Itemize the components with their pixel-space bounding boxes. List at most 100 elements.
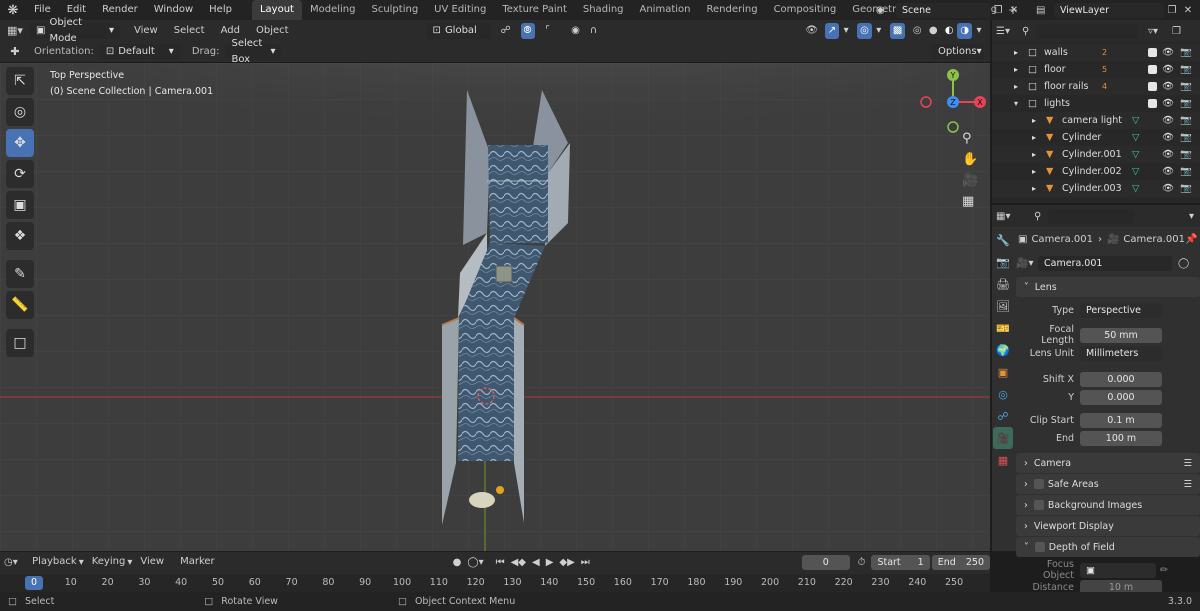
outliner-item[interactable]: ▸ ▼ Cylinder ▽ 👁 📷 [992,129,1200,146]
view-layer-tab-icon[interactable]: 🖼 [993,295,1013,317]
camera-render-icon[interactable]: 📷 [1180,132,1192,143]
material-shading-icon[interactable]: ◐ [941,25,957,36]
camera-render-icon[interactable]: 📷 [1180,47,1192,58]
eye-icon[interactable]: 👁 [1162,132,1174,143]
tab-shading[interactable]: Shading [575,0,632,20]
tool-orientation-selector[interactable]: ⊡ Default ▾ [99,43,180,60]
current-frame-field[interactable]: 0 [801,554,850,570]
tab-rendering[interactable]: Rendering [698,0,765,20]
play-icon[interactable]: ▶ [546,557,554,568]
mode-selector[interactable]: ▣ Object Mode ▾ [30,17,120,44]
expand-arrow-icon[interactable]: ▸ [1032,184,1036,193]
fake-user-shield-icon[interactable]: ◯ [1178,258,1189,269]
tool-tab-icon[interactable]: 🔧 [993,229,1013,251]
expand-arrow-icon[interactable]: ▸ [1032,150,1036,159]
visibility-icon[interactable]: 👁 [799,25,825,36]
playhead-indicator[interactable]: 0 [25,576,43,590]
solid-shading-icon[interactable]: ● [925,25,941,36]
filter-icon[interactable]: ▿▾ [1148,26,1158,37]
pivot-icon[interactable]: ☍ [497,25,515,36]
background-images-panel-header[interactable]: › Background Images [1016,495,1200,515]
start-frame-field[interactable]: Start 1 [871,554,930,570]
camera-render-icon[interactable]: 📷 [1180,64,1192,75]
depth-of-field-panel-header[interactable]: ˅ Depth of Field [1016,537,1200,557]
outliner-item[interactable]: ▸ ▼ camera light ▽ 👁 📷 [992,112,1200,129]
menu-help[interactable]: Help [201,0,240,20]
outliner-item[interactable]: ▸ □ floor rails 4 👁 📷 [992,78,1200,95]
viewport-menu-view[interactable]: View [126,21,166,41]
timeline-view-menu[interactable]: View [132,552,172,572]
grid-view-icon[interactable]: ▦ [962,194,978,209]
jump-start-icon[interactable]: ⏮ [496,557,505,568]
next-keyframe-icon[interactable]: ◆▶ [559,557,574,568]
select-box-icon[interactable]: ⇱ [6,67,34,95]
menu-window[interactable]: Window [146,0,201,20]
options-dropdown[interactable]: Options ▾ [932,43,984,60]
scene-name-field[interactable]: Scene [896,2,990,18]
delete-view-layer-icon[interactable]: ✕ [1180,5,1196,16]
output-tab-icon[interactable]: 🖨 [993,273,1013,295]
safe-areas-panel-header[interactable]: › Safe Areas ☰ [1016,474,1200,494]
playback-menu[interactable]: Playback [24,552,85,572]
eye-icon[interactable]: 👁 [1162,183,1174,194]
viewport-display-panel-header[interactable]: › Viewport Display [1016,516,1200,536]
outliner[interactable]: ☰▾ ⚲ ▿▾ ❐ ▸ □ walls 2 👁 📷 ▸ □ floor 5 👁 📷 ▸ □ floor ra… [992,20,1200,203]
view-layer-selector[interactable]: ▤ ViewLayer ❐ ✕ [1036,2,1196,18]
snap-toggle-icon[interactable]: ⦾ [520,22,535,39]
editor-type-icon[interactable]: ▦▾ [0,24,30,37]
eye-icon[interactable]: 👁 [1162,115,1174,126]
clip-start-field[interactable]: 0.1 m [1080,412,1162,428]
snap-target-icon[interactable]: ⌜ [539,25,557,36]
expand-arrow-icon[interactable]: ▸ [1032,167,1036,176]
scale-tool-icon[interactable]: ▣ [6,191,34,219]
eye-icon[interactable]: 👁 [1162,64,1174,75]
depth-of-field-checkbox[interactable] [1034,542,1045,552]
outliner-item[interactable]: ▸ ▼ Cylinder.002 ▽ 👁 📷 [992,163,1200,180]
camera-render-icon[interactable]: 📷 [1180,149,1192,160]
outliner-item[interactable]: ▸ □ walls 2 👁 📷 [992,44,1200,61]
shift-y-field[interactable]: 0.000 [1080,389,1162,405]
expand-arrow-icon[interactable]: ▸ [1032,133,1036,142]
xray-toggle-icon[interactable]: ▩ [889,22,906,39]
camera-render-icon[interactable]: 📷 [1180,115,1192,126]
expand-arrow-icon[interactable]: ▸ [1014,82,1018,91]
focal-length-field[interactable]: 50 mm [1080,327,1162,343]
drag-selector[interactable]: Select Box ▾ [225,38,282,65]
outliner-item[interactable]: ▸ ▼ Cylinder.003 ▽ 👁 📷 [992,180,1200,197]
end-frame-field[interactable]: End 250 [931,554,990,570]
expand-arrow-icon[interactable]: ▸ [1014,48,1018,57]
view-layer-name-field[interactable]: ViewLayer [1054,2,1164,18]
eye-icon[interactable]: 👁 [1162,47,1174,58]
frame-ruler[interactable]: 0 10 20 30 40 50 60 70 80 90 100 110 120 130 140 150 160… [0,574,990,592]
properties-search-input[interactable] [1048,208,1134,224]
expand-arrow-icon[interactable]: ▸ [1032,116,1036,125]
properties-options-icon[interactable]: ▾ [1189,211,1194,222]
exclude-checkbox[interactable] [1148,65,1157,74]
annotate-tool-icon[interactable]: ✎ [6,260,34,288]
camera-render-icon[interactable]: 📷 [1180,81,1192,92]
transform-tool-icon[interactable]: ❖ [6,222,34,250]
measure-tool-icon[interactable]: 📏 [6,291,34,319]
scene-tab-icon[interactable]: 🎫 [993,317,1013,339]
keyframe-dropdown-icon[interactable]: ◯▾ [467,557,483,568]
shading-dropdown-icon[interactable]: ▾ [972,25,986,36]
tab-compositing[interactable]: Compositing [766,0,845,20]
blender-logo-icon[interactable]: ❋ [0,3,26,18]
safe-areas-checkbox[interactable] [1033,479,1044,489]
navigation-gizmo[interactable]: Y X Z [918,67,988,137]
outliner-item[interactable]: ▾ □ lights 👁 📷 [992,95,1200,112]
pin-icon[interactable]: 📌 [1185,234,1197,245]
timeline[interactable]: ◷▾ Playback ▾ Keying ▾ View Marker ● ◯▾ … [0,552,990,592]
camera-data-tab-icon[interactable]: 🎥 [993,427,1013,449]
play-reverse-icon[interactable]: ◀ [532,557,540,568]
prev-keyframe-icon[interactable]: ◀◆ [511,557,526,568]
tab-animation[interactable]: Animation [632,0,699,20]
tab-sculpting[interactable]: Sculpting [363,0,426,20]
camera-render-icon[interactable]: 📷 [1180,166,1192,177]
rendered-shading-icon[interactable]: ◑ [957,22,972,39]
pan-hand-icon[interactable]: ✋ [962,152,978,167]
timeline-editor-icon[interactable]: ◷▾ [4,557,24,568]
delete-scene-icon[interactable]: ✕ [1006,5,1022,16]
background-images-checkbox[interactable] [1033,500,1044,510]
physics-tab-icon[interactable]: ◎ [993,383,1013,405]
